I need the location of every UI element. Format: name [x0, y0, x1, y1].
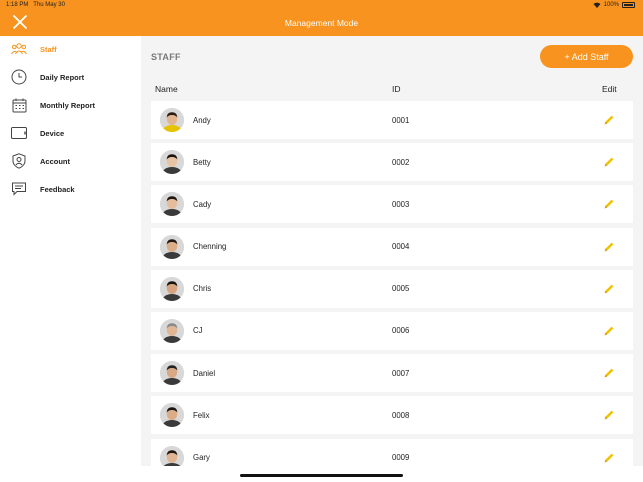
table-row[interactable]: Cady 0003: [151, 185, 633, 224]
column-header-name: Name: [155, 84, 178, 94]
table-row[interactable]: Daniel 0007: [151, 354, 633, 393]
staff-id: 0001: [392, 115, 410, 125]
status-clock: 1:18 PM: [6, 2, 29, 8]
table-row[interactable]: Betty 0002: [151, 143, 633, 182]
status-indicators: 100%: [593, 2, 635, 8]
staff-name: Chenning: [193, 242, 227, 252]
sidebar-item-daily-report[interactable]: Daily Report: [0, 66, 141, 88]
staff-id: 0004: [392, 242, 410, 252]
table-row[interactable]: Gary 0009: [151, 438, 633, 466]
avatar: [160, 192, 184, 217]
pencil-icon[interactable]: [603, 198, 615, 210]
pencil-icon[interactable]: [603, 156, 615, 168]
pencil-icon[interactable]: [603, 283, 615, 295]
staff-name: Betty: [193, 157, 211, 167]
column-header-id: ID: [392, 84, 401, 94]
chat-bubble-icon: [11, 181, 27, 197]
staff-id: 0006: [392, 326, 410, 336]
avatar: [160, 108, 184, 132]
staff-panel: STAFF + Add Staff Name ID Edit Andy 0001 B…: [141, 36, 643, 466]
pencil-icon[interactable]: [603, 325, 615, 337]
staff-name: Gary: [193, 453, 210, 462]
top-bar: 1:18 PM Thu May 30 100% Management Mode: [0, 0, 643, 36]
staff-id: 0003: [392, 199, 410, 209]
staff-list: Andy 0001 Betty 0002 Cady 0003 Chenning 0004 Chr…: [151, 101, 633, 466]
section-title: STAFF: [151, 52, 181, 62]
pencil-icon[interactable]: [603, 409, 615, 421]
sidebar-item-device[interactable]: Device: [0, 122, 141, 144]
staff-id: 0007: [392, 368, 410, 378]
staff-id: 0002: [392, 157, 410, 167]
staff-name: Daniel: [193, 368, 216, 378]
pencil-icon[interactable]: [603, 114, 615, 126]
table-row[interactable]: CJ 0006: [151, 311, 633, 350]
pencil-icon[interactable]: [603, 367, 615, 379]
sidebar-item-label: Device: [40, 128, 65, 138]
page-title: Management Mode: [284, 18, 359, 28]
sidebar-item-label: Monthly Report: [40, 100, 95, 110]
avatar: [160, 403, 184, 428]
wifi-icon: [593, 2, 601, 8]
staff-name: Chris: [193, 284, 212, 294]
avatar: [160, 234, 184, 259]
staff-id: 0005: [392, 284, 410, 294]
table-row[interactable]: Chris 0005: [151, 269, 633, 308]
home-indicator[interactable]: [240, 474, 403, 477]
pencil-icon[interactable]: [603, 452, 615, 464]
avatar: [160, 276, 184, 301]
staff-name: Cady: [193, 199, 212, 209]
tablet-icon: [11, 125, 27, 141]
sidebar: Staff Daily Report Monthly Report Device: [0, 36, 141, 482]
table-row[interactable]: Andy 0001: [151, 101, 633, 139]
column-header-edit: Edit: [602, 84, 617, 94]
table-row[interactable]: Chenning 0004: [151, 227, 633, 266]
clock-icon: [11, 69, 27, 85]
staff-id: 0008: [392, 410, 410, 420]
table-row[interactable]: Felix 0008: [151, 396, 633, 435]
pencil-icon[interactable]: [603, 241, 615, 253]
sidebar-item-label: Staff: [40, 44, 57, 54]
sidebar-item-monthly-report[interactable]: Monthly Report: [0, 94, 141, 116]
add-staff-button[interactable]: + Add Staff: [540, 45, 633, 68]
staff-group-icon: [11, 41, 27, 57]
avatar: [160, 445, 184, 466]
shield-user-icon: [11, 153, 27, 169]
sidebar-item-label: Feedback: [40, 184, 75, 194]
staff-name: CJ: [193, 326, 203, 336]
sidebar-item-label: Daily Report: [40, 72, 85, 82]
status-date: Thu May 30: [33, 2, 65, 8]
avatar: [160, 361, 184, 386]
staff-name: Andy: [193, 115, 211, 125]
battery-percent: 100%: [603, 2, 619, 8]
staff-id: 0009: [392, 453, 410, 462]
sidebar-item-feedback[interactable]: Feedback: [0, 178, 141, 200]
avatar: [160, 318, 184, 343]
avatar: [160, 150, 184, 175]
sidebar-item-staff[interactable]: Staff: [0, 38, 141, 60]
sidebar-item-account[interactable]: Account: [0, 150, 141, 172]
battery-icon: [622, 2, 635, 8]
staff-name: Felix: [193, 410, 210, 420]
sidebar-item-label: Account: [40, 156, 70, 166]
status-time: 1:18 PM Thu May 30: [6, 2, 65, 8]
calendar-icon: [11, 97, 27, 113]
